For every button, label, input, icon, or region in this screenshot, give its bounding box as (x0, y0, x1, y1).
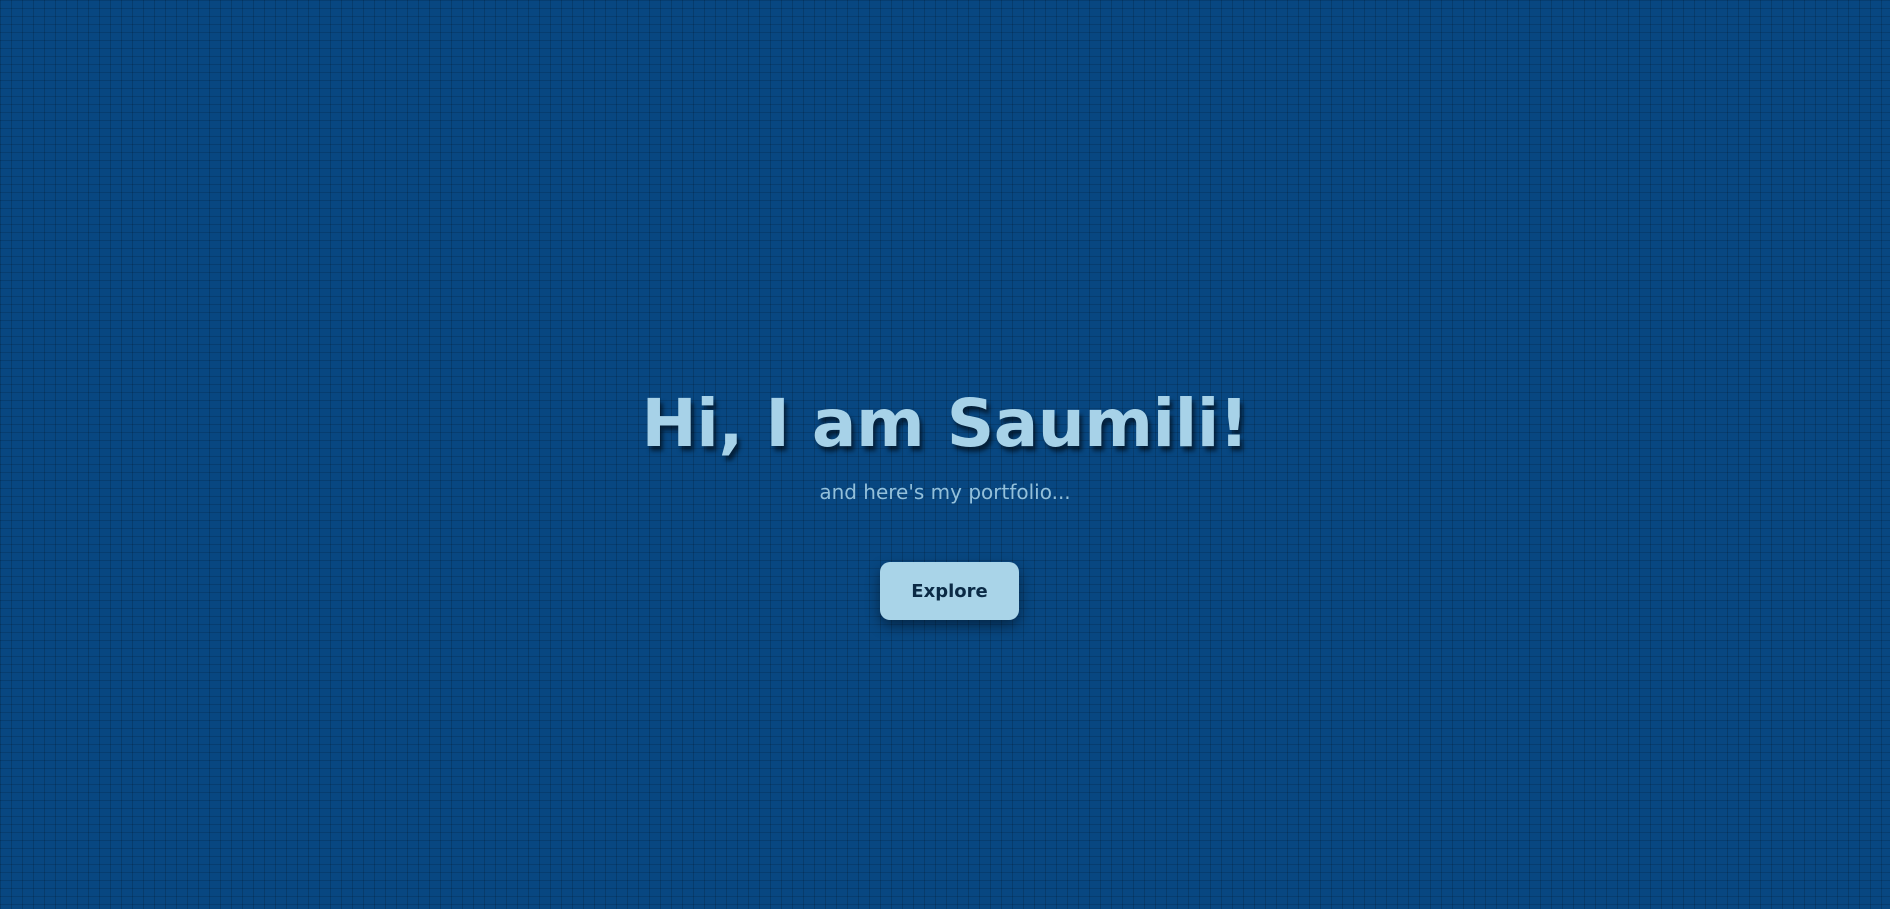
hero-title: Hi, I am Saumili! (641, 385, 1249, 462)
hero-subtitle: and here's my portfolio... (819, 480, 1071, 504)
hero-section: Hi, I am Saumili! and here's my portfoli… (0, 0, 1890, 909)
explore-button[interactable]: Explore (880, 562, 1019, 620)
